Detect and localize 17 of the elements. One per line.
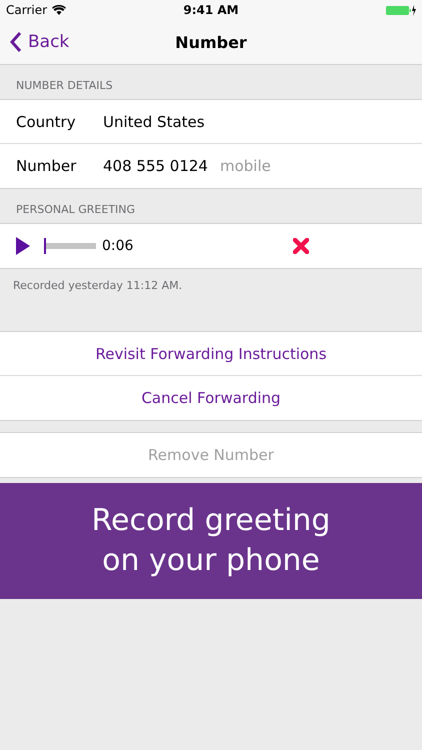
chevron-left-icon — [10, 32, 22, 52]
back-button[interactable]: Back — [0, 32, 70, 52]
row-label: Country — [16, 112, 77, 130]
nav-title: Number — [175, 32, 247, 52]
number-type: mobile — [220, 157, 271, 175]
play-icon[interactable] — [16, 237, 30, 255]
row-value: 408 555 0124 — [103, 157, 208, 175]
duration-text: 0:06 — [102, 238, 134, 254]
row-label: Number — [16, 157, 78, 175]
status-time: 9:41 AM — [183, 3, 239, 17]
carrier-name: Carrier — [6, 3, 48, 17]
row-value: United States — [103, 112, 205, 130]
banner-text: Record greeting — [92, 502, 330, 540]
delete-icon[interactable] — [293, 238, 309, 254]
banner-text: on your phone — [102, 542, 320, 580]
battery-icon — [386, 4, 416, 16]
wifi-icon — [52, 5, 66, 15]
